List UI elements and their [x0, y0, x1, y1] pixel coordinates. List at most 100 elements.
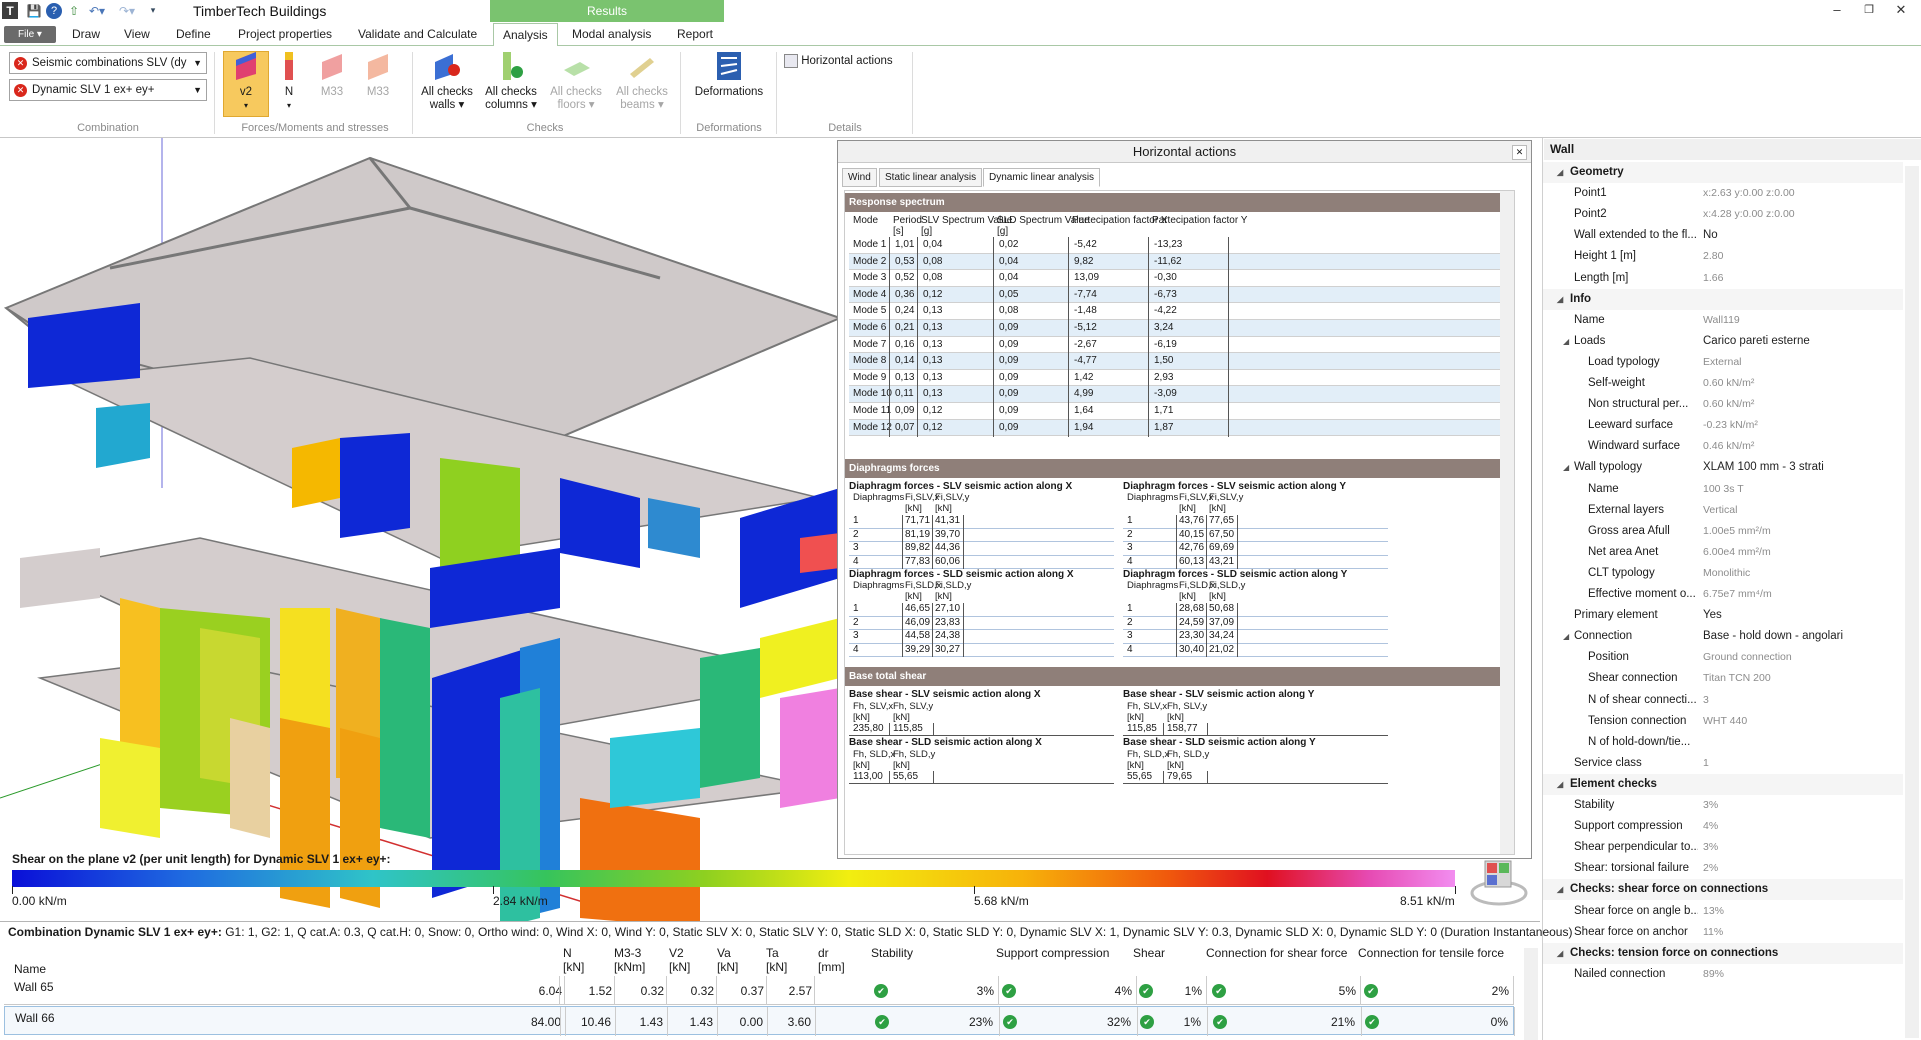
expand-arrow-icon[interactable]: ◢ [1557, 162, 1563, 183]
file-menu-button[interactable]: File ▾ [4, 26, 56, 43]
property-row[interactable]: N of shear connecti... 3 [1543, 690, 1903, 711]
property-row[interactable]: Wall extended to the fl... No [1543, 225, 1903, 246]
property-row[interactable]: ◢ Loads Carico pareti esterne [1543, 331, 1903, 352]
column-header[interactable]: V2 [kN] [669, 946, 690, 974]
property-row[interactable]: Point1 x:2.63 y:0.00 z:0.00 [1543, 183, 1903, 204]
table-row[interactable]: Wall 66 84.00 10.46 1.43 1.43 0.00 3.60 ✔ 23% ✔ 32… [4, 1006, 1515, 1036]
property-row[interactable]: Shear connection Titan TCN 200 [1543, 668, 1903, 689]
customize-quick-access-icon[interactable]: ▾ [146, 2, 160, 19]
property-row[interactable]: Leeward surface -0.23 kN/m² [1543, 415, 1903, 436]
expand-arrow-icon[interactable]: ◢ [1557, 289, 1563, 310]
property-row[interactable]: Primary element Yes [1543, 605, 1903, 626]
panel-scrollbar[interactable] [1500, 191, 1514, 854]
help-icon[interactable]: ? [46, 3, 62, 19]
column-header[interactable]: Shear [1133, 946, 1165, 960]
tab-analysis[interactable]: Analysis [493, 23, 558, 47]
column-header[interactable]: Name [14, 962, 46, 976]
combination-type-select[interactable]: ✕ Seismic combinations SLV (dy ▼ [9, 52, 207, 74]
tab-validate-and-calculate[interactable]: Validate and Calculate [358, 27, 477, 41]
property-row[interactable]: Height 1 [m] 2.80 [1543, 246, 1903, 267]
property-row[interactable]: Length [m] 1.66 [1543, 268, 1903, 289]
property-row[interactable]: CLT typology Monolithic [1543, 563, 1903, 584]
combination-select[interactable]: ✕ Dynamic SLV 1 ex+ ey+ ▼ [9, 79, 207, 101]
property-row[interactable]: Position Ground connection [1543, 647, 1903, 668]
property-row[interactable]: Non structural per... 0.60 kN/m² [1543, 394, 1903, 415]
tab-wind[interactable]: Wind [842, 168, 877, 187]
v2-button[interactable]: v2 ▾ [223, 50, 269, 112]
property-row[interactable]: Net area Anet 6.00e4 mm²/m [1543, 542, 1903, 563]
column-header[interactable]: Stability [871, 946, 913, 960]
tab-static-linear-analysis[interactable]: Static linear analysis [879, 168, 983, 187]
property-row[interactable]: N of hold-down/tie... [1543, 732, 1903, 753]
property-row[interactable]: Self-weight 0.60 kN/m² [1543, 373, 1903, 394]
property-row[interactable]: ◢ Connection Base - hold down - angolari [1543, 626, 1903, 647]
property-row[interactable]: Service class 1 [1543, 753, 1903, 774]
column-header[interactable]: Support compression [996, 946, 1109, 960]
undo-icon[interactable]: ↶▾ [86, 2, 108, 19]
unit: [kN] [1167, 760, 1184, 771]
column-header[interactable]: N [kN] [563, 946, 584, 974]
column-header[interactable]: Connection for shear force [1206, 946, 1347, 960]
all-checks-floors-button[interactable]: All checks floors ▾ [546, 50, 606, 112]
column-header[interactable]: M3-3 [kNm] [614, 946, 645, 974]
expand-arrow-icon[interactable]: ◢ [1557, 774, 1563, 795]
all-checks-beams-button[interactable]: All checks beams ▾ [612, 50, 672, 112]
header-text: Name [14, 962, 47, 976]
base-shear-table: Base shear - SLV seismic action along XF… [849, 689, 1119, 736]
property-row[interactable]: Shear force on anchor 11% [1543, 922, 1903, 943]
table-scrollbar[interactable] [1524, 948, 1538, 1040]
column-header[interactable]: dr [mm] [818, 946, 845, 974]
all-checks-walls-button[interactable]: All checks walls ▾ [418, 50, 476, 112]
view-cube-icon[interactable] [1470, 855, 1528, 907]
all-checks-columns-button[interactable]: All checks columns ▾ [482, 50, 540, 112]
export-icon[interactable]: ⇧ [66, 2, 82, 19]
property-row[interactable]: Shear force on angle b... 13% [1543, 901, 1903, 922]
column-header[interactable]: Va [kN] [717, 946, 738, 974]
property-row[interactable]: Shear: torsional failure 2% [1543, 858, 1903, 879]
property-row[interactable]: ◢ Wall typology XLAM 100 mm - 3 strati [1543, 457, 1903, 478]
column-header[interactable]: Ta [kN] [766, 946, 787, 974]
expand-arrow-icon[interactable]: ◢ [1557, 943, 1563, 964]
property-row[interactable]: Support compression 4% [1543, 816, 1903, 837]
table-row: 4 60,13 43,21 [1123, 556, 1388, 569]
property-row[interactable]: Nailed connection 89% [1543, 964, 1903, 985]
tab-define[interactable]: Define [176, 27, 211, 41]
redo-icon[interactable]: ↷▾ [116, 2, 138, 19]
close-window-button[interactable]: ✕ [1884, 0, 1918, 20]
properties-scrollbar[interactable] [1905, 166, 1919, 1038]
property-row[interactable]: External layers Vertical [1543, 500, 1903, 521]
property-row[interactable]: Effective moment o... 6.75e7 mm⁴/m [1543, 584, 1903, 605]
m33-button-2[interactable]: M33 [360, 50, 396, 99]
property-row[interactable]: Tension connection WHT 440 [1543, 711, 1903, 732]
close-icon[interactable]: ✕ [1512, 145, 1527, 160]
property-row[interactable]: Point2 x:4.28 y:0.00 z:0.00 [1543, 204, 1903, 225]
n-button[interactable]: N ▾ [276, 50, 302, 112]
property-row[interactable]: Name Wall119 [1543, 310, 1903, 331]
app-window: { "app": {"title": "TimberTech Buildings… [0, 0, 1921, 1040]
expand-arrow-icon[interactable]: ◢ [1557, 879, 1563, 900]
property-row[interactable]: Name 100 3s T [1543, 479, 1903, 500]
property-row[interactable]: Load typology External [1543, 352, 1903, 373]
column-header[interactable]: Connection for tensile force [1358, 946, 1504, 960]
property-row[interactable]: Shear perpendicular to... 3% [1543, 837, 1903, 858]
tab-modal-analysis[interactable]: Modal analysis [572, 27, 651, 41]
expand-arrow-icon[interactable]: ◢ [1563, 331, 1569, 352]
deformations-button[interactable]: Deformations [690, 50, 768, 99]
save-icon[interactable]: 💾 [26, 2, 42, 19]
m33-button-1[interactable]: M33 [314, 50, 350, 99]
horizontal-actions-button[interactable]: Horizontal actions [784, 54, 906, 68]
expand-arrow-icon[interactable]: ◢ [1563, 626, 1569, 647]
property-value: Wall119 [1703, 313, 1740, 326]
table-row[interactable]: Wall 65 6.04 1.52 0.32 0.32 0.37 2.57 ✔ 3% ✔ 4% ✔ 1%… [4, 976, 1514, 1005]
tab-dynamic-linear-analysis[interactable]: Dynamic linear analysis [983, 168, 1101, 187]
tab-view[interactable]: View [124, 27, 150, 41]
restore-button[interactable]: ❐ [1852, 0, 1886, 20]
tab-draw[interactable]: Draw [72, 27, 100, 41]
expand-arrow-icon[interactable]: ◢ [1563, 457, 1569, 478]
property-row[interactable]: Gross area Afull 1.00e5 mm²/m [1543, 521, 1903, 542]
tab-report[interactable]: Report [677, 27, 713, 41]
property-row[interactable]: Stability 3% [1543, 795, 1903, 816]
minimize-button[interactable]: – [1820, 0, 1854, 20]
tab-project-properties[interactable]: Project properties [238, 27, 332, 41]
property-row[interactable]: Windward surface 0.46 kN/m² [1543, 436, 1903, 457]
